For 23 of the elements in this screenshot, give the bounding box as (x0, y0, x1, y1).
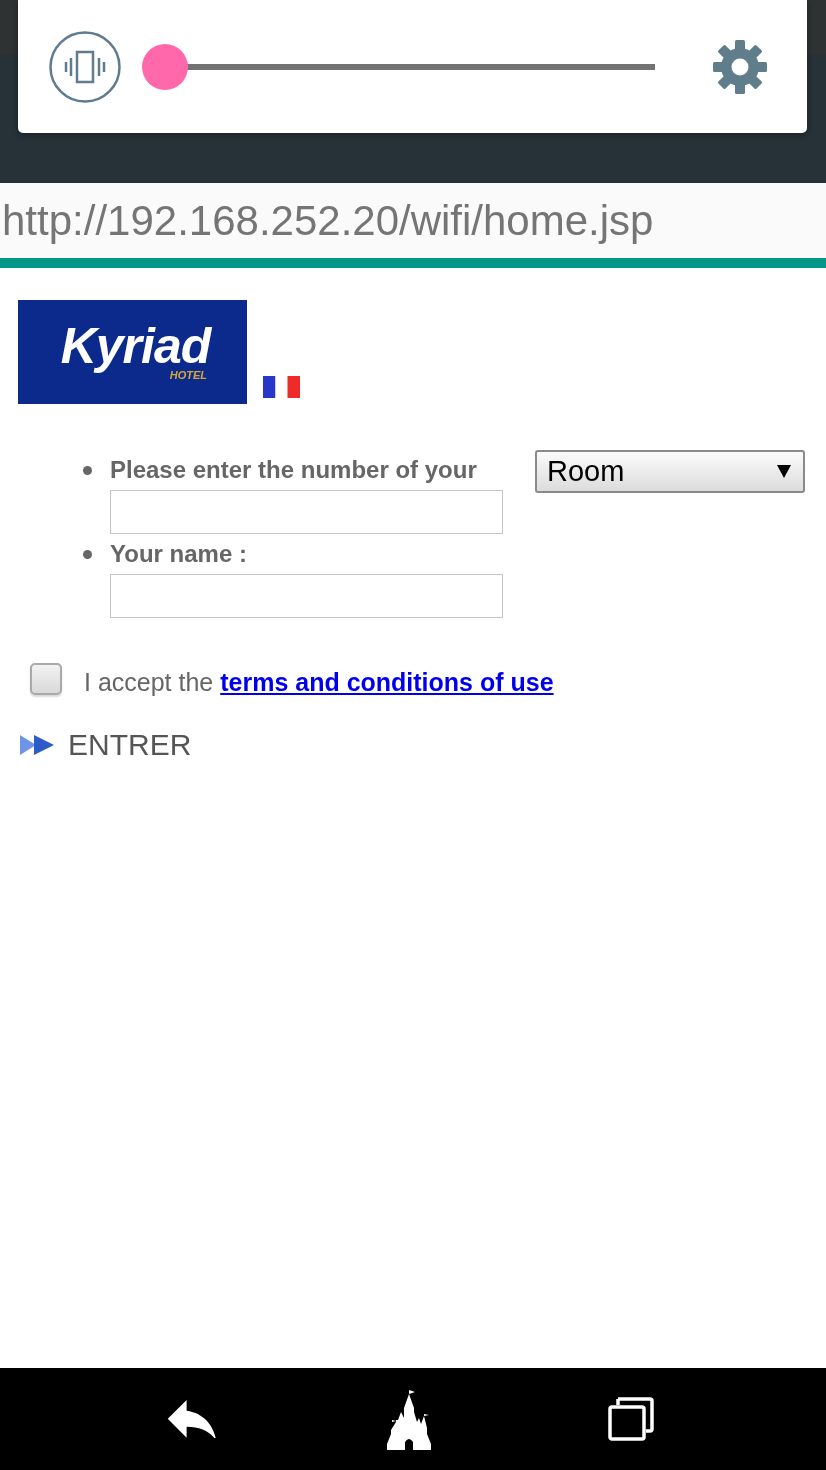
text-input-field[interactable] (110, 490, 503, 534)
url-text: http://192.168.252.20/wifi/home.jsp (2, 196, 654, 246)
terms-sentence: I accept the terms and conditions of use (84, 667, 554, 698)
double-arrow-icon (20, 732, 54, 757)
recent-apps-icon[interactable] (608, 1397, 654, 1441)
castle-icon[interactable] (386, 1388, 432, 1450)
bullet-icon (83, 465, 92, 475)
field-label: Please enter the number of your (110, 455, 477, 485)
settings-icon[interactable] (711, 37, 769, 96)
volume-slider-thumb[interactable] (142, 43, 188, 90)
bullet-icon (83, 549, 92, 559)
address-bar[interactable]: http://192.168.252.20/wifi/home.jsp (0, 183, 826, 258)
vibrate-icon[interactable] (49, 30, 121, 103)
logo-tagline: HOTEL (169, 369, 207, 381)
back-icon[interactable] (167, 1400, 217, 1438)
french-flag-icon[interactable] (263, 376, 300, 398)
enter-button[interactable]: ENTRER (18, 727, 192, 762)
text-input-field[interactable] (110, 574, 503, 618)
terms-checkbox[interactable] (30, 662, 62, 695)
terms-link[interactable]: terms and conditions of use (220, 668, 554, 696)
field-label: Your name : (110, 539, 247, 569)
room-type-select[interactable]: Room (535, 450, 805, 493)
caret-down-icon (777, 465, 791, 478)
